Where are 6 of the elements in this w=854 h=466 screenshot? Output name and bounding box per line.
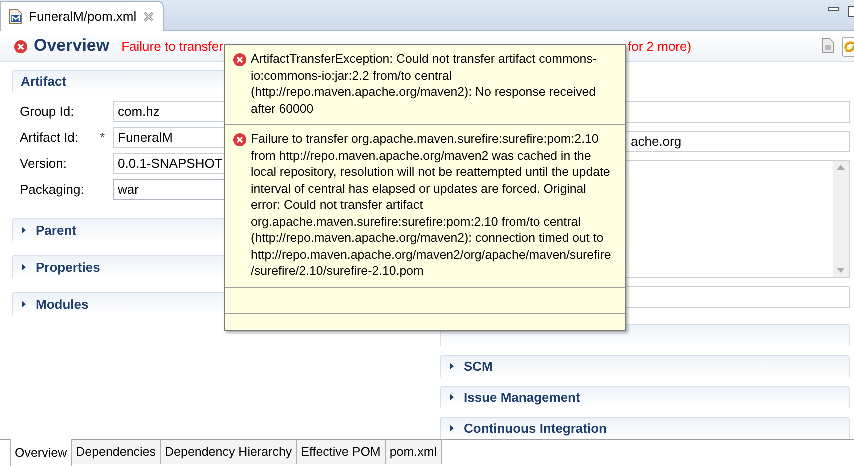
field-label: Group Id:	[20, 104, 76, 118]
field-label: Version:	[20, 156, 68, 170]
required-mark: *	[100, 130, 106, 144]
field-label: Packaging:	[20, 182, 86, 196]
field-label: Artifact Id:	[20, 130, 80, 144]
page-title: Overview	[34, 36, 110, 56]
